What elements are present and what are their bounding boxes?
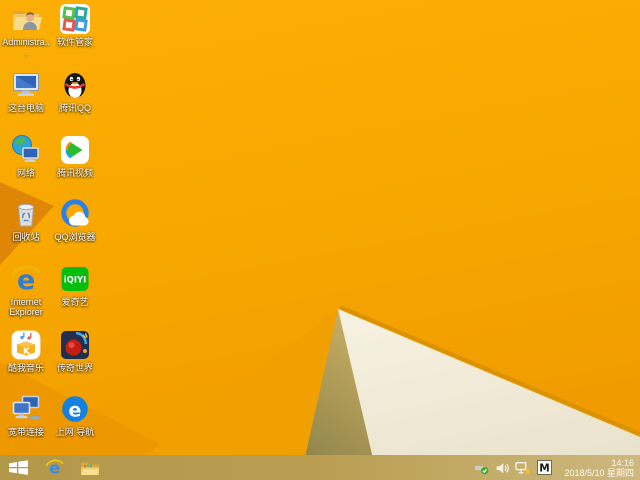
- tencent-qq-icon: [59, 69, 91, 101]
- icon-label: QQ浏览器: [54, 232, 95, 242]
- icon-label: 网络: [17, 168, 35, 178]
- icon-label: 上网 导航: [56, 427, 95, 437]
- taskbar-internet-explorer-button[interactable]: e: [37, 455, 72, 480]
- icon-label: Internet Explorer: [2, 297, 50, 317]
- internet-explorer-icon: e: [45, 458, 64, 477]
- network-warning-icon[interactable]: [515, 461, 531, 475]
- taskbar-file-explorer-button[interactable]: [72, 455, 108, 480]
- icon-label: 酷我音乐: [8, 363, 44, 373]
- system-tray: M 14:16 2018/5/10 星期四: [474, 455, 640, 480]
- ime-mode-icon[interactable]: M: [537, 460, 552, 475]
- this-pc-icon: [10, 69, 42, 101]
- icon-label: 腾讯视频: [57, 168, 93, 178]
- svg-text:M: M: [540, 463, 550, 475]
- icon-label: Administra...: [2, 37, 50, 57]
- svg-text:K: K: [23, 347, 31, 357]
- icon-label: 软件管家: [57, 37, 93, 47]
- legend-world-game-icon: [59, 329, 91, 361]
- desktop-icon-legend-world[interactable]: 传奇世界: [51, 329, 99, 373]
- windows-logo-icon: [8, 459, 29, 476]
- icon-label: 宽带连接: [8, 427, 44, 437]
- desktop-icon-software-manager[interactable]: 软件管家: [51, 3, 99, 47]
- volume-icon[interactable]: [495, 461, 509, 475]
- tencent-video-icon: [59, 134, 91, 166]
- icon-label: 腾讯QQ: [59, 103, 91, 113]
- start-button[interactable]: [0, 455, 37, 480]
- clock-time: 14:16: [564, 458, 634, 468]
- desktop-icon-tencent-video[interactable]: 腾讯视频: [51, 134, 99, 178]
- desktop-icon-recycle-bin[interactable]: 回收站: [2, 198, 50, 242]
- usb-safely-remove-icon[interactable]: [474, 460, 489, 475]
- desktop-icon-tencent-qq[interactable]: 腾讯QQ: [51, 69, 99, 113]
- clock-date: 2018/5/10 星期四: [564, 468, 634, 478]
- desktop-icon-broadband-connection[interactable]: 宽带连接: [2, 393, 50, 437]
- desktop-icon-network[interactable]: 网络: [2, 134, 50, 178]
- recycle-bin-icon: [10, 198, 42, 230]
- desktop-icon-iqiyi[interactable]: iQIYI 爱奇艺: [51, 263, 99, 307]
- desktop-icon-qq-browser[interactable]: QQ浏览器: [51, 198, 99, 242]
- iqiyi-icon: iQIYI: [59, 263, 91, 295]
- desktop[interactable]: Administra... 软件管家 这台电脑: [0, 0, 640, 455]
- desktop-icon-web-navigation[interactable]: e 上网 导航: [51, 393, 99, 437]
- desktop-icon-internet-explorer[interactable]: e Internet Explorer: [2, 263, 50, 317]
- broadband-connection-icon: [10, 393, 42, 425]
- web-navigation-icon: e: [59, 393, 91, 425]
- screen: { "wallpaper": { "base_color": "#F7A700"…: [0, 0, 640, 480]
- icon-label: 这台电脑: [8, 103, 44, 113]
- kuwo-music-icon: K: [10, 329, 42, 361]
- icon-label: 爱奇艺: [61, 297, 88, 307]
- taskbar-clock[interactable]: 14:16 2018/5/10 星期四: [558, 458, 634, 478]
- internet-explorer-icon: e: [10, 263, 42, 295]
- network-icon: [10, 134, 42, 166]
- administrator-folder-icon: [10, 3, 42, 35]
- desktop-icon-kuwo-music[interactable]: K 酷我音乐: [2, 329, 50, 373]
- software-manager-icon: [59, 3, 91, 35]
- desktop-icon-administrator[interactable]: Administra...: [2, 3, 50, 57]
- desktop-icon-this-pc[interactable]: 这台电脑: [2, 69, 50, 113]
- qq-browser-icon: [59, 198, 91, 230]
- icon-label: 回收站: [12, 232, 39, 242]
- taskbar: e: [0, 455, 640, 480]
- icon-label: 传奇世界: [57, 363, 93, 373]
- svg-text:e: e: [69, 400, 82, 422]
- svg-text:iQIYI: iQIYI: [64, 276, 87, 286]
- file-explorer-icon: [80, 459, 100, 476]
